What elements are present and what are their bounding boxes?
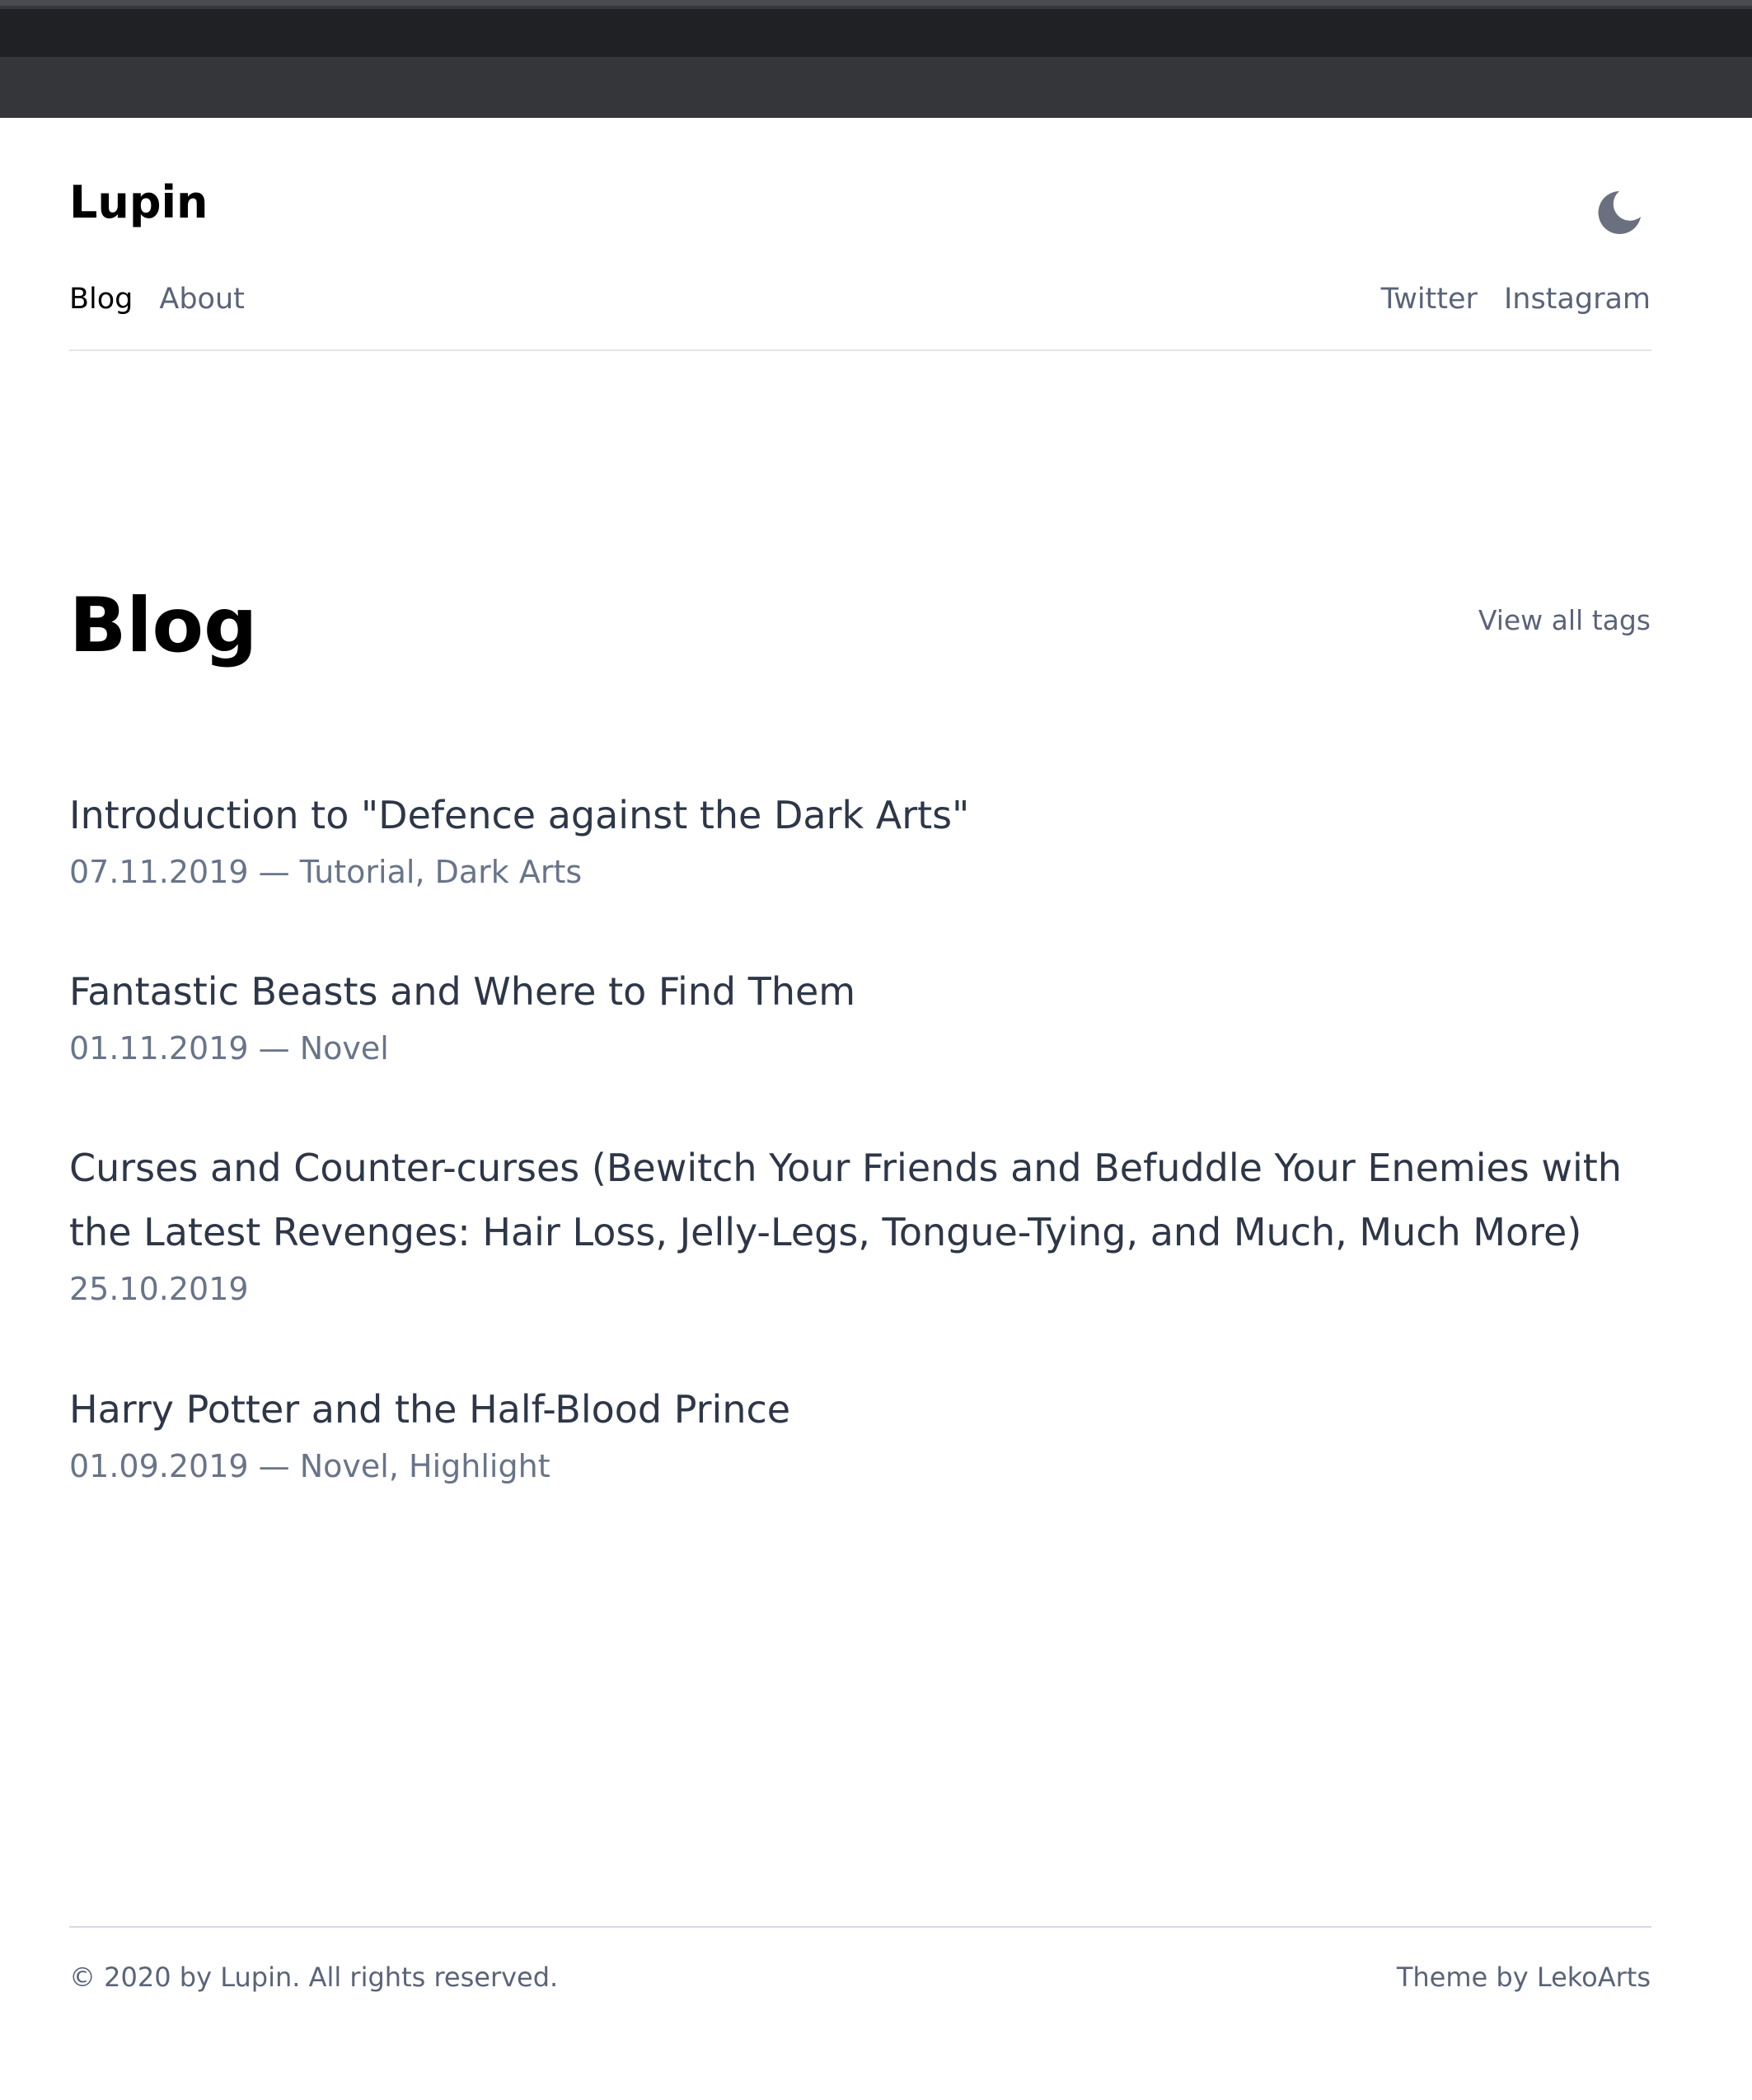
browser-chrome (0, 0, 1752, 118)
nav-link-twitter[interactable]: Twitter (1381, 283, 1478, 316)
site-title[interactable]: Lupin (69, 180, 208, 225)
post-item: Fantastic Beasts and Where to Find Them … (69, 959, 1651, 1073)
nav-link-instagram[interactable]: Instagram (1504, 283, 1651, 316)
post-meta: 25.10.2019 (69, 1264, 1651, 1314)
post-tag[interactable]: Highlight (409, 1448, 550, 1484)
post-tag[interactable]: Novel (300, 1030, 389, 1066)
browser-tabstrip (0, 9, 1752, 57)
view-all-tags-link[interactable]: View all tags (1478, 604, 1651, 636)
meta-separator: — (248, 854, 300, 890)
nav-link-about[interactable]: About (159, 283, 244, 316)
tag-separator: , (415, 854, 435, 890)
post-date: 01.11.2019 (69, 1030, 249, 1066)
post-tag[interactable]: Tutorial (300, 854, 415, 890)
post-meta: 07.11.2019 — Tutorial, Dark Arts (69, 847, 1651, 897)
footer-divider (69, 1926, 1651, 1928)
page: Lupin Blog About Twitter Instagram Blog … (0, 118, 1752, 2100)
theme-credit-prefix: Theme by (1396, 1962, 1537, 1993)
social-nav: Twitter Instagram (1381, 281, 1651, 317)
footer-theme-credit: Theme by LekoArts (1397, 1962, 1651, 1993)
post-date: 07.11.2019 (69, 854, 249, 890)
main-nav: Blog About (69, 281, 245, 317)
browser-edge (0, 0, 1752, 6)
post-tag[interactable]: Novel (300, 1448, 389, 1484)
post-item: Harry Potter and the Half-Blood Prince 0… (69, 1377, 1651, 1491)
post-meta: 01.11.2019 — Novel (69, 1024, 1651, 1073)
tag-separator: , (388, 1448, 410, 1484)
post-meta: 01.09.2019 — Novel, Highlight (69, 1441, 1651, 1491)
header-divider (69, 349, 1651, 351)
post-item: Introduction to "Defence against the Dar… (69, 783, 1651, 897)
meta-separator: — (248, 1030, 300, 1066)
post-date: 01.09.2019 (69, 1448, 249, 1484)
footer-copyright: © 2020 by Lupin. All rights reserved. (69, 1962, 559, 1993)
post-item: Curses and Counter-curses (Bewitch Your … (69, 1136, 1651, 1314)
moon-icon (1598, 191, 1641, 234)
post-date: 25.10.2019 (69, 1271, 249, 1307)
color-mode-toggle[interactable] (1590, 184, 1648, 241)
page-title: Blog (69, 583, 258, 669)
theme-author-link[interactable]: LekoArts (1537, 1962, 1651, 1993)
meta-separator: — (248, 1448, 300, 1484)
post-title[interactable]: Introduction to "Defence against the Dar… (69, 783, 1651, 847)
post-title[interactable]: Curses and Counter-curses (Bewitch Your … (69, 1136, 1651, 1264)
nav-link-blog[interactable]: Blog (69, 283, 133, 316)
post-tag[interactable]: Dark Arts (435, 854, 583, 890)
post-title[interactable]: Fantastic Beasts and Where to Find Them (69, 959, 1651, 1024)
post-title[interactable]: Harry Potter and the Half-Blood Prince (69, 1377, 1651, 1441)
